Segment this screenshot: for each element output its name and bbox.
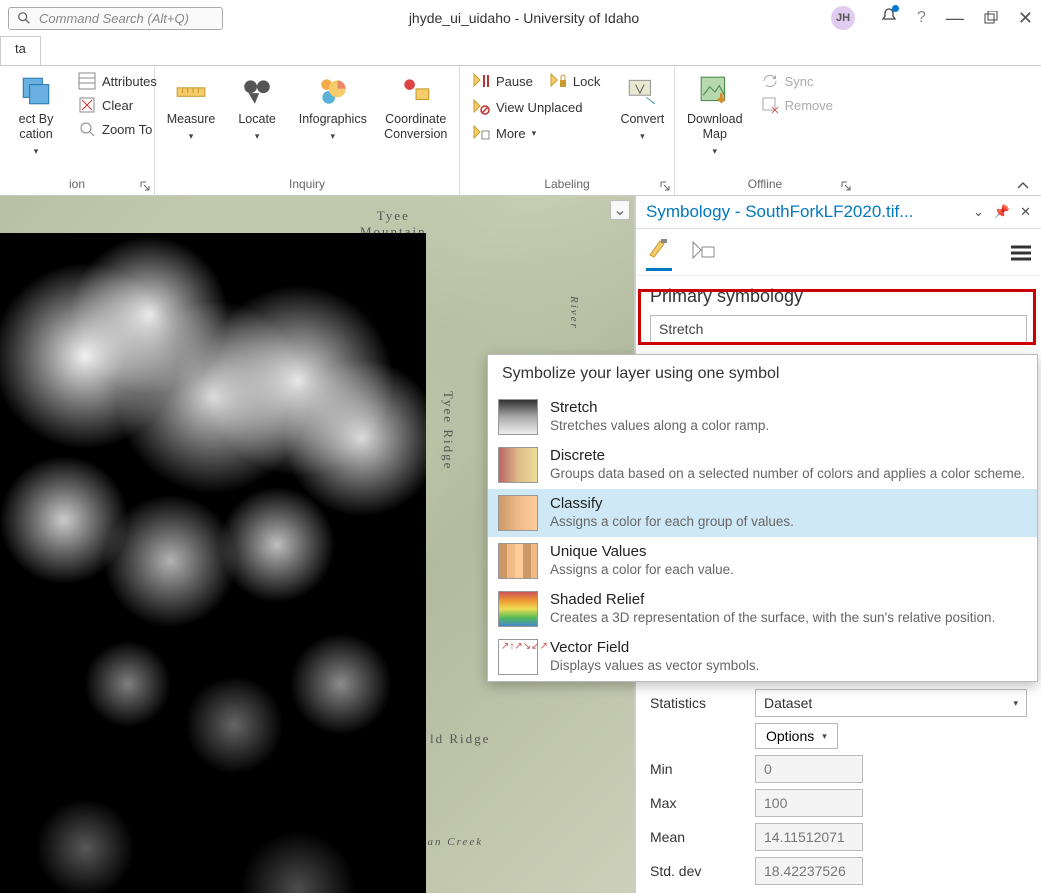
dropdown-item-discrete[interactable]: DiscreteGroups data based on a selected … [488, 441, 1037, 489]
clear-selection-button[interactable]: Clear [74, 94, 161, 116]
pause-labels-button[interactable]: Pause [468, 70, 537, 92]
pane-close-icon[interactable]: ✕ [1020, 204, 1031, 220]
chevron-down-icon: ▾ [1013, 698, 1018, 709]
view-unplaced-button[interactable]: View Unplaced [468, 96, 604, 118]
remove-map-button: Remove [757, 94, 837, 116]
stretch-icon [498, 399, 538, 435]
max-value-field: 100 [755, 789, 863, 817]
paintbrush-icon [646, 237, 672, 259]
dialog-launcher-icon[interactable] [140, 181, 150, 191]
user-avatar[interactable]: JH [831, 6, 855, 30]
chevron-down-icon: ▾ [822, 731, 827, 742]
chevron-down-icon: ▾ [331, 131, 336, 142]
min-value-field: 0 [755, 755, 863, 783]
classify-icon [498, 495, 538, 531]
label-properties-icon [690, 239, 716, 261]
locate-button[interactable]: Locate▾ [229, 70, 285, 146]
map-label-ld-ridge: ld Ridge [430, 731, 490, 747]
dropdown-item-classify[interactable]: ClassifyAssigns a color for each group o… [488, 489, 1037, 537]
shaded-relief-icon [498, 591, 538, 627]
coordinate-conversion-button[interactable]: Coordinate Conversion [380, 70, 451, 146]
notifications-icon[interactable] [881, 7, 897, 30]
dropdown-item-unique-values[interactable]: Unique ValuesAssigns a color for each va… [488, 537, 1037, 585]
max-label: Max [650, 795, 755, 811]
sync-button: Sync [757, 70, 837, 92]
command-search-placeholder: Command Search (Alt+Q) [39, 11, 189, 26]
convert-labels-button[interactable]: Convert▾ [614, 70, 670, 146]
map-label-tyee-ridge: Tyee Ridge [440, 391, 456, 470]
select-by-location-button[interactable]: ect By cation ▾ [8, 70, 64, 161]
window-title: jhyde_ui_uidaho - University of Idaho [223, 10, 825, 26]
options-button[interactable]: Options▾ [755, 723, 838, 749]
command-search-box[interactable]: Command Search (Alt+Q) [8, 7, 223, 30]
dropdown-item-stretch[interactable]: StretchStretches values along a color ra… [488, 393, 1037, 441]
ribbon-tab[interactable]: ta [0, 36, 41, 65]
close-button[interactable]: ✕ [1018, 8, 1033, 29]
statistics-label: Statistics [650, 695, 755, 711]
more-labeling-button[interactable]: More▾ [468, 122, 604, 144]
measure-button[interactable]: Measure▾ [163, 70, 219, 146]
min-label: Min [650, 761, 755, 777]
dropdown-item-vector-field[interactable]: ↗↑↗↘↙↗ Vector FieldDisplays values as ve… [488, 633, 1037, 681]
zoom-to-button[interactable]: Zoom To [74, 118, 161, 140]
map-collapse-button[interactable]: ⌄ [610, 200, 630, 220]
unique-values-icon [498, 543, 538, 579]
search-icon [17, 11, 31, 25]
chevron-down-icon: ▾ [255, 131, 260, 142]
notification-dot [892, 5, 899, 12]
map-label-river: River [568, 296, 580, 330]
minimize-button[interactable]: — [946, 8, 964, 29]
mean-label: Mean [650, 829, 755, 845]
primary-symbology-heading: Primary symbology [636, 276, 1041, 315]
help-icon[interactable]: ? [917, 9, 926, 27]
symbology-type-dropdown: Symbolize your layer using one symbol St… [487, 354, 1038, 682]
statistics-select[interactable]: Dataset▾ [755, 689, 1027, 717]
raster-layer-display [0, 233, 426, 893]
std-dev-value-field: 18.42237526 [755, 857, 863, 885]
symbology-type-select[interactable]: Stretch [650, 315, 1027, 343]
alt-symbology-tab[interactable] [690, 239, 716, 270]
restore-button[interactable] [984, 11, 998, 25]
pane-pin-icon[interactable]: 📌 [994, 204, 1010, 220]
dialog-launcher-icon[interactable] [660, 181, 670, 191]
pane-options-icon[interactable]: ⌄ [973, 204, 984, 220]
std-dev-label: Std. dev [650, 863, 755, 879]
pane-title: Symbology - SouthForkLF2020.tif... [646, 202, 913, 222]
infographics-button[interactable]: Infographics▾ [295, 70, 370, 146]
pane-menu-icon[interactable] [1011, 245, 1031, 264]
chevron-down-icon: ▾ [532, 128, 537, 139]
lock-labels-button[interactable]: Lock [545, 70, 604, 92]
mean-value-field: 14.11512071 [755, 823, 863, 851]
dialog-launcher-icon[interactable] [841, 181, 851, 191]
chevron-down-icon: ▾ [189, 131, 194, 142]
vector-field-icon: ↗↑↗↘↙↗ [498, 639, 538, 675]
dropdown-item-shaded-relief[interactable]: Shaded ReliefCreates a 3D representation… [488, 585, 1037, 633]
primary-symbology-tab[interactable] [646, 237, 672, 271]
download-map-button[interactable]: Download Map▾ [683, 70, 747, 161]
dropdown-header: Symbolize your layer using one symbol [488, 355, 1037, 393]
collapse-ribbon-icon[interactable] [1015, 178, 1031, 194]
attributes-button[interactable]: Attributes [74, 70, 161, 92]
discrete-icon [498, 447, 538, 483]
chevron-down-icon: ▾ [713, 146, 718, 157]
chevron-down-icon: ▾ [640, 131, 645, 142]
chevron-down-icon: ▾ [34, 146, 39, 157]
